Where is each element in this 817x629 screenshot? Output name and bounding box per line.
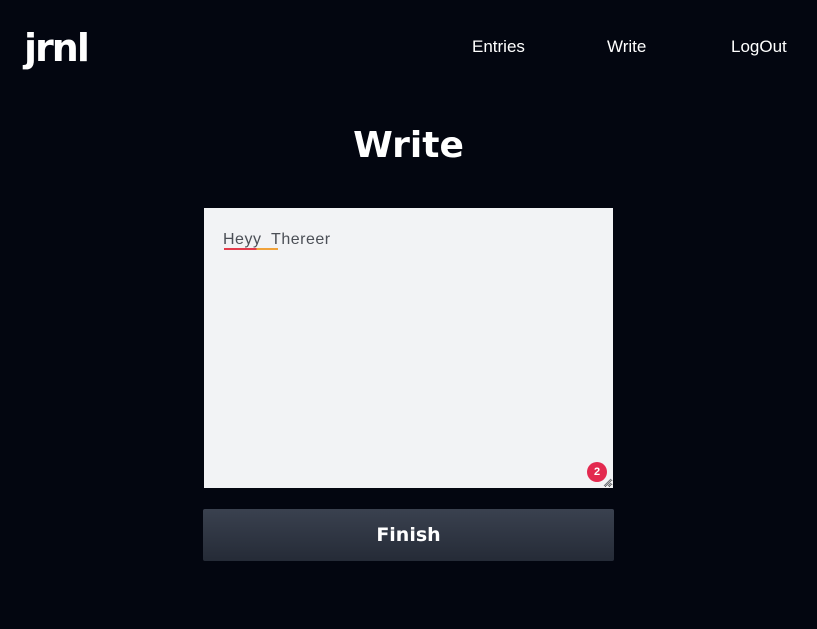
editor-container: Heyy Thereer 2	[204, 208, 613, 488]
nav-link-write[interactable]: Write	[607, 37, 646, 57]
nav-link-entries[interactable]: Entries	[472, 37, 525, 57]
journal-textarea[interactable]: Heyy Thereer	[204, 208, 613, 488]
resize-handle-icon[interactable]	[603, 478, 612, 487]
spellcheck-underline	[224, 248, 278, 250]
page-title: Write	[353, 125, 464, 166]
logo[interactable]: jrnl	[24, 24, 90, 72]
finish-button[interactable]: Finish	[203, 509, 614, 561]
navbar: jrnl Entries Write LogOut	[0, 0, 817, 94]
nav-link-logout[interactable]: LogOut	[731, 37, 787, 57]
